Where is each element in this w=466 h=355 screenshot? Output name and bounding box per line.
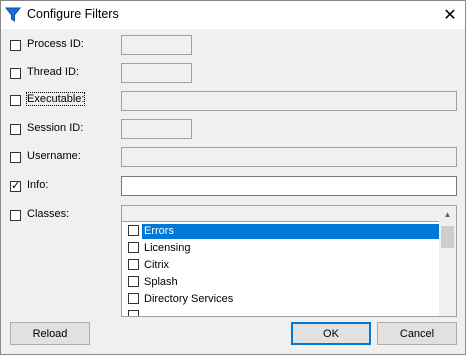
username-label: Username:: [27, 150, 81, 162]
executable-checkbox[interactable]: [10, 95, 21, 106]
process-id-input[interactable]: [122, 36, 191, 54]
ok-button-label: OK: [323, 327, 339, 340]
info-field[interactable]: [121, 176, 457, 196]
session-id-field[interactable]: [121, 119, 192, 139]
process-id-field[interactable]: [121, 35, 192, 55]
cancel-button-label: Cancel: [399, 327, 435, 340]
session-id-input[interactable]: [122, 120, 191, 138]
info-checkbox[interactable]: ✓: [10, 180, 21, 192]
thread-id-field[interactable]: [121, 63, 192, 83]
executable-label: Executable:: [25, 92, 86, 106]
list-item-label: Directory Services: [144, 293, 234, 305]
vertical-scrollbar[interactable]: ▲: [439, 206, 456, 316]
filter-icon: [4, 7, 22, 23]
executable-input[interactable]: [122, 92, 456, 110]
list-item-checkbox[interactable]: [128, 225, 139, 236]
list-item-checkbox[interactable]: [128, 259, 139, 270]
list-item[interactable]: Directory Services: [122, 291, 440, 308]
classes-list-items: Errors Licensing Citrix Splash Directory…: [122, 223, 440, 316]
username-field[interactable]: [121, 147, 457, 167]
list-item-checkbox[interactable]: [128, 293, 139, 304]
scroll-thumb[interactable]: [441, 226, 454, 248]
list-item-label: Licensing: [144, 242, 191, 254]
username-checkbox[interactable]: [10, 152, 21, 163]
classes-checkbox[interactable]: [10, 210, 21, 221]
checkmark-icon: ✓: [11, 180, 21, 192]
list-item[interactable]: Citrix: [122, 257, 440, 274]
close-icon: ✕: [443, 7, 457, 24]
username-input[interactable]: [122, 148, 456, 166]
reload-button[interactable]: Reload: [10, 322, 90, 345]
session-id-label: Session ID:: [27, 122, 84, 134]
info-label: Info:: [27, 179, 49, 191]
thread-id-input[interactable]: [122, 64, 191, 82]
list-item-label: Splash: [144, 276, 178, 288]
classes-listbox[interactable]: Errors Licensing Citrix Splash Directory…: [121, 205, 457, 317]
classes-list-header: [122, 206, 456, 222]
list-item-checkbox[interactable]: [128, 310, 139, 316]
list-item-checkbox[interactable]: [128, 276, 139, 287]
scroll-up-icon[interactable]: ▲: [439, 206, 456, 223]
configure-filters-dialog: Configure Filters ✕ Process ID: Thread I…: [0, 0, 466, 355]
dialog-title: Configure Filters: [27, 7, 119, 21]
list-item-partial[interactable]: [122, 308, 440, 316]
title-bar: Configure Filters ✕: [1, 1, 465, 29]
reload-button-label: Reload: [32, 327, 68, 340]
session-id-checkbox[interactable]: [10, 124, 21, 135]
close-button[interactable]: ✕: [435, 1, 465, 29]
list-item-label: Errors: [142, 224, 440, 239]
ok-button[interactable]: OK: [291, 322, 371, 345]
list-item[interactable]: Licensing: [122, 240, 440, 257]
classes-label: Classes:: [27, 208, 70, 220]
list-item-label: Citrix: [144, 259, 170, 271]
thread-id-label: Thread ID:: [27, 66, 79, 78]
list-item[interactable]: Splash: [122, 274, 440, 291]
process-id-label: Process ID:: [27, 38, 84, 50]
process-id-checkbox[interactable]: [10, 40, 21, 51]
list-item[interactable]: Errors: [122, 223, 440, 240]
thread-id-checkbox[interactable]: [10, 68, 21, 79]
cancel-button[interactable]: Cancel: [377, 322, 457, 345]
list-item-checkbox[interactable]: [128, 242, 139, 253]
info-input[interactable]: [122, 177, 456, 195]
executable-field[interactable]: [121, 91, 457, 111]
